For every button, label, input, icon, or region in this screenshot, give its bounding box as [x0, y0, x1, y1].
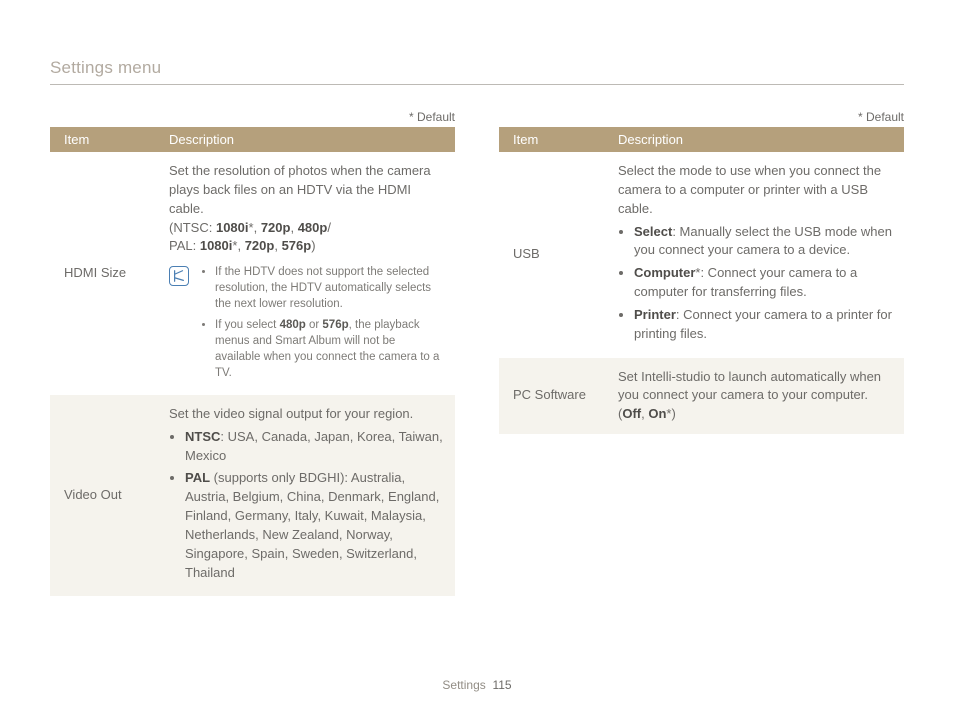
desc-cell: Set Intelli-studio to launch automatical…: [604, 358, 904, 435]
settings-table-left: Item Description HDMI Size Set the resol…: [50, 127, 455, 596]
table-row: Video Out Set the video signal output fo…: [50, 395, 455, 597]
res-value: 1080i: [216, 220, 249, 235]
note-text: If the HDTV does not support the selecte…: [215, 266, 431, 310]
desc-bold: Off: [622, 406, 641, 421]
default-note: * Default: [50, 110, 455, 124]
header-desc: Description: [604, 127, 904, 152]
ntsc-label: (NTSC:: [169, 220, 212, 235]
table-header-row: Item Description: [50, 127, 455, 152]
list-item: PAL (supports only BDGHI): Australia, Au…: [185, 469, 443, 582]
desc-lead: Set the resolution of photos when the ca…: [169, 163, 431, 216]
desc-bold: On: [648, 406, 666, 421]
bullet-bold: Printer: [634, 307, 676, 322]
list-item: Computer*: Connect your camera to a comp…: [634, 264, 892, 302]
settings-table-right: Item Description USB Select the mode to …: [499, 127, 904, 434]
res-value: 720p: [261, 220, 291, 235]
desc-lead: Set the video signal output for your reg…: [169, 406, 413, 421]
note-block: If the HDTV does not support the selecte…: [169, 264, 443, 385]
left-column: * Default Item Description HDMI Size Set…: [50, 110, 455, 596]
header-item: Item: [499, 127, 604, 152]
note-bold: 576p: [322, 319, 348, 331]
res-value: 576p: [282, 238, 312, 253]
res-value: 480p: [298, 220, 328, 235]
desc-text: ): [671, 406, 675, 421]
item-cell: Video Out: [50, 395, 155, 597]
footer-page-number: 115: [492, 678, 511, 692]
note-text: If you select: [215, 319, 280, 331]
bullet-bold: Computer: [634, 265, 695, 280]
res-value: 720p: [245, 238, 275, 253]
bullet-bold: NTSC: [185, 429, 220, 444]
list-item: Printer: Connect your camera to a printe…: [634, 306, 892, 344]
default-star: *: [249, 220, 254, 235]
bullet-text: : Manually select the USB mode when you …: [634, 224, 892, 258]
item-cell: PC Software: [499, 358, 604, 435]
bullet-bold: PAL: [185, 470, 210, 485]
desc-cell: Set the resolution of photos when the ca…: [155, 152, 455, 395]
list-item: Select: Manually select the USB mode whe…: [634, 223, 892, 261]
item-cell: HDMI Size: [50, 152, 155, 395]
default-note: * Default: [499, 110, 904, 124]
table-header-row: Item Description: [499, 127, 904, 152]
bullet-list: Select: Manually select the USB mode whe…: [618, 223, 892, 344]
table-row: USB Select the mode to use when you conn…: [499, 152, 904, 358]
page-title: Settings menu: [50, 58, 904, 85]
page: Settings menu * Default Item Description…: [0, 0, 954, 720]
note-bold: 480p: [280, 319, 306, 331]
desc-cell: Select the mode to use when you connect …: [604, 152, 904, 358]
bullet-list: NTSC: USA, Canada, Japan, Korea, Taiwan,…: [169, 428, 443, 583]
right-column: * Default Item Description USB Select th…: [499, 110, 904, 596]
note-item: If you select 480p or 576p, the playback…: [215, 317, 443, 381]
note-icon: [169, 266, 189, 286]
res-value: 1080i: [200, 238, 233, 253]
desc-cell: Set the video signal output for your reg…: [155, 395, 455, 597]
desc-lead: Select the mode to use when you connect …: [618, 163, 881, 216]
list-item: NTSC: USA, Canada, Japan, Korea, Taiwan,…: [185, 428, 443, 466]
note-item: If the HDTV does not support the selecte…: [215, 264, 443, 312]
page-footer: Settings 115: [0, 678, 954, 692]
bullet-bold: Select: [634, 224, 672, 239]
pal-label: PAL:: [169, 238, 196, 253]
table-row: HDMI Size Set the resolution of photos w…: [50, 152, 455, 395]
note-list: If the HDTV does not support the selecte…: [199, 264, 443, 385]
bullet-text: : USA, Canada, Japan, Korea, Taiwan, Mex…: [185, 429, 443, 463]
content-columns: * Default Item Description HDMI Size Set…: [50, 110, 904, 596]
bullet-text: (supports only BDGHI): Australia, Austri…: [185, 470, 439, 579]
header-desc: Description: [155, 127, 455, 152]
default-star: *: [232, 238, 237, 253]
table-row: PC Software Set Intelli-studio to launch…: [499, 358, 904, 435]
note-text: or: [306, 319, 323, 331]
footer-section: Settings: [442, 678, 485, 692]
item-cell: USB: [499, 152, 604, 358]
header-item: Item: [50, 127, 155, 152]
